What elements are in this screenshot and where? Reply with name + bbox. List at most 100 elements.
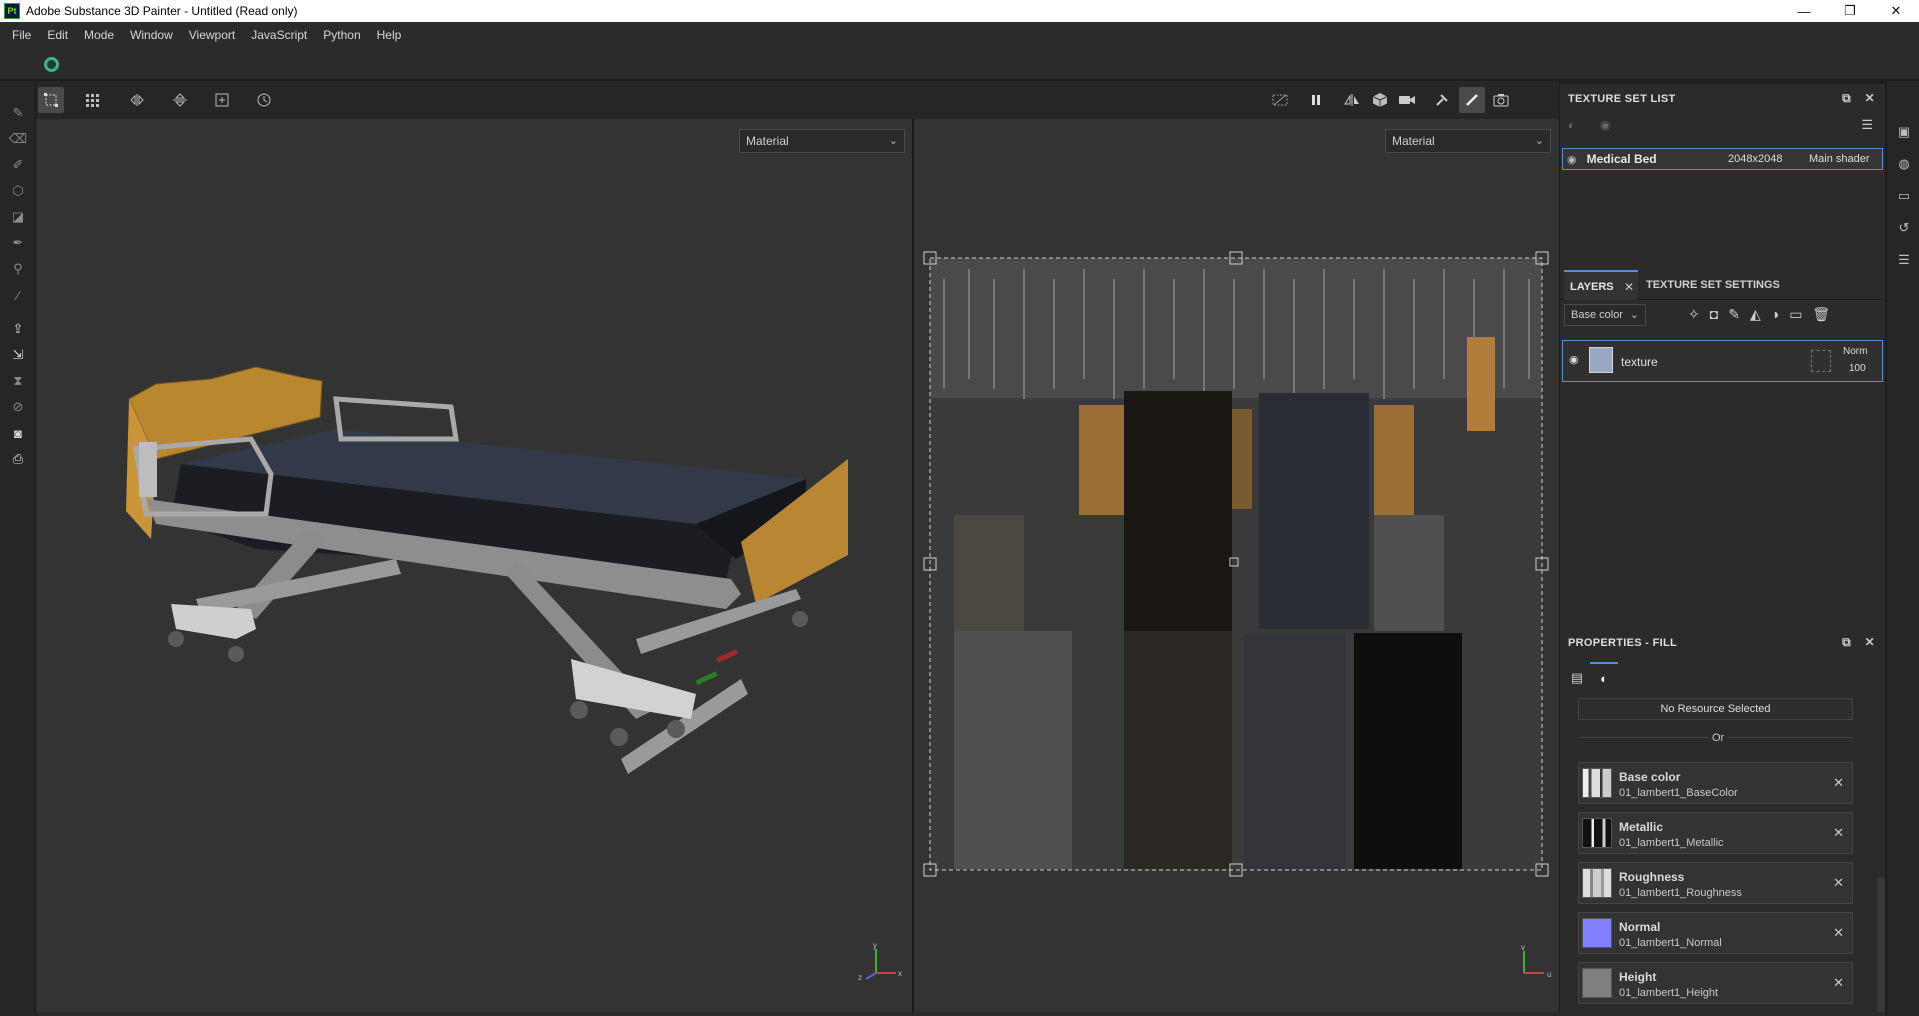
- sync-status-icon[interactable]: [44, 57, 59, 72]
- pause-icon[interactable]: [1303, 87, 1329, 113]
- resource-slot-label: No Resource Selected: [1660, 703, 1771, 715]
- remove-channel-icon[interactable]: ✕: [1833, 925, 1844, 941]
- channel-card-roughness[interactable]: Roughness 01_lambert1_Roughness ✕: [1578, 862, 1853, 904]
- eye-icon[interactable]: ◉: [1569, 353, 1579, 366]
- eraser-icon[interactable]: ⌫: [6, 127, 30, 151]
- minimize-button[interactable]: —: [1781, 0, 1827, 22]
- eye-icon[interactable]: ◉: [1600, 118, 1610, 132]
- menu-window[interactable]: Window: [122, 28, 181, 42]
- layer-mask-slot[interactable]: [1811, 350, 1831, 372]
- channel-select[interactable]: Base color ⌄: [1564, 304, 1646, 326]
- resource-slot[interactable]: No Resource Selected: [1578, 698, 1853, 720]
- blend-mode-select[interactable]: Norm: [1843, 346, 1867, 357]
- texture-set-list-panel: TEXTURE SET LIST ⧉ ✕ ◐ ◉ ☰: [1560, 84, 1885, 270]
- display-mode-icon[interactable]: [1367, 87, 1393, 113]
- select-uv-icon[interactable]: [38, 87, 64, 113]
- menu-mode[interactable]: Mode: [76, 28, 122, 42]
- delete-layer-icon[interactable]: 🗑: [1812, 306, 1830, 323]
- properties-scrollbar[interactable]: [1877, 878, 1885, 1016]
- axis-label-x: x: [898, 969, 902, 978]
- grid-icon[interactable]: [80, 87, 106, 113]
- close-panel-icon[interactable]: ✕: [1865, 91, 1875, 105]
- shader-settings-icon[interactable]: ◍: [1895, 155, 1913, 173]
- history-icon[interactable]: ↺: [1895, 219, 1913, 237]
- add-paint-layer-icon[interactable]: ✎: [1728, 306, 1740, 323]
- tab-layers[interactable]: LAYERS ✕: [1564, 270, 1638, 300]
- channel-card-base-color[interactable]: Base color 01_lambert1_BaseColor ✕: [1578, 762, 1853, 804]
- texture-set-row[interactable]: ◉ Medical Bed 2048x2048 Main shader: [1562, 148, 1883, 170]
- channel-card-height[interactable]: Height 01_lambert1_Height ✕: [1578, 962, 1853, 1004]
- hamburger-menu-icon[interactable]: ☰: [1861, 117, 1873, 133]
- mirror-vertical-icon[interactable]: [167, 87, 193, 113]
- channel-card-normal[interactable]: Normal 01_lambert1_Normal ✕: [1578, 912, 1853, 954]
- remove-channel-icon[interactable]: ✕: [1833, 975, 1844, 991]
- symmetry-icon[interactable]: [1339, 87, 1365, 113]
- texture-set-resolution: 2048x2048: [1728, 153, 1783, 165]
- bake-icon[interactable]: ⇪: [6, 317, 30, 341]
- chevron-down-icon: ⌄: [1629, 309, 1639, 321]
- asset-icon[interactable]: ⎙: [6, 447, 30, 471]
- paint-brush-icon[interactable]: ✎: [6, 101, 30, 125]
- eye-icon[interactable]: ◉: [1567, 153, 1577, 166]
- normal-thumbnail: [1582, 918, 1612, 948]
- menu-edit[interactable]: Edit: [39, 28, 76, 42]
- channel-select-value: Base color: [1571, 309, 1623, 321]
- menu-viewport[interactable]: Viewport: [181, 28, 243, 42]
- menu-help[interactable]: Help: [369, 28, 410, 42]
- geometry-fill-icon[interactable]: ⬡: [6, 179, 30, 203]
- texture-set-name: Medical Bed: [1586, 152, 1657, 166]
- clone-stamp-icon[interactable]: ⚲: [6, 257, 30, 281]
- viewport-2d[interactable]: Material ⌄ v u: [914, 119, 1559, 1012]
- add-mask-icon[interactable]: ◘: [1710, 306, 1718, 323]
- camera-icon[interactable]: [1394, 87, 1420, 113]
- texture-set-shader[interactable]: Main shader: [1809, 153, 1870, 165]
- color-picker-icon[interactable]: ⁄: [6, 283, 30, 307]
- mirror-horizontal-icon[interactable]: [124, 87, 150, 113]
- projection-icon[interactable]: ✐: [6, 153, 30, 177]
- add-folder-icon[interactable]: ▭: [1789, 306, 1802, 323]
- log-icon[interactable]: ☰: [1895, 251, 1913, 269]
- viewport-3d[interactable]: Material ⌄ y x z: [36, 119, 912, 1012]
- maximize-button[interactable]: ❐: [1827, 0, 1873, 22]
- add-effect-icon[interactable]: ✧: [1688, 306, 1700, 323]
- smudge-icon[interactable]: ✒: [6, 231, 30, 255]
- menu-javascript[interactable]: JavaScript: [243, 28, 315, 42]
- remove-channel-icon[interactable]: ✕: [1833, 875, 1844, 891]
- visibility-toggle-icon[interactable]: ◐: [1568, 118, 1575, 132]
- texture-set-list-title: TEXTURE SET LIST: [1568, 93, 1676, 105]
- remove-channel-icon[interactable]: ✕: [1833, 775, 1844, 791]
- timer-icon[interactable]: ⧗: [6, 369, 30, 393]
- undock-icon[interactable]: ⧉: [1842, 635, 1851, 650]
- add-fill-layer-icon[interactable]: ◭: [1750, 306, 1761, 323]
- lighting-icon[interactable]: [1429, 87, 1455, 113]
- display-settings-icon[interactable]: ▣: [1895, 123, 1913, 141]
- menu-python[interactable]: Python: [315, 28, 368, 42]
- camera-tool-icon[interactable]: ◙: [6, 421, 30, 445]
- add-smart-material-icon[interactable]: ◑: [1771, 306, 1779, 323]
- hide-icon[interactable]: [1267, 87, 1293, 113]
- close-tab-icon[interactable]: ✕: [1624, 280, 1634, 294]
- undock-icon[interactable]: ⧉: [1842, 91, 1851, 106]
- fill-properties-icon[interactable]: ▤: [1564, 664, 1590, 692]
- uv-tool-icon[interactable]: ⊘: [6, 395, 30, 419]
- tab-texture-set-settings[interactable]: TEXTURE SET SETTINGS: [1646, 279, 1780, 291]
- close-panel-icon[interactable]: ✕: [1865, 635, 1875, 649]
- layer-opacity[interactable]: 100: [1849, 363, 1866, 374]
- material-icon[interactable]: ◐: [1590, 662, 1618, 692]
- reset-view-icon[interactable]: [251, 87, 277, 113]
- polygon-fill-icon[interactable]: ◪: [6, 205, 30, 229]
- menu-file[interactable]: File: [4, 28, 39, 42]
- channel-file: 01_lambert1_Metallic: [1619, 837, 1724, 849]
- height-thumbnail: [1582, 968, 1612, 998]
- export-icon[interactable]: ⇲: [6, 343, 30, 367]
- channel-card-metallic[interactable]: Metallic 01_lambert1_Metallic ✕: [1578, 812, 1853, 854]
- close-window-button[interactable]: ✕: [1873, 0, 1919, 22]
- screenshot-icon[interactable]: [1488, 87, 1514, 113]
- layer-row[interactable]: ◉ texture Norm 100: [1562, 340, 1883, 382]
- fit-view-icon[interactable]: [209, 87, 235, 113]
- paint-mode-icon[interactable]: [1459, 87, 1485, 113]
- layer-thumbnail: [1589, 347, 1613, 373]
- assets-icon[interactable]: ▭: [1895, 187, 1913, 205]
- properties-fill-title: PROPERTIES - FILL: [1568, 637, 1677, 649]
- remove-channel-icon[interactable]: ✕: [1833, 825, 1844, 841]
